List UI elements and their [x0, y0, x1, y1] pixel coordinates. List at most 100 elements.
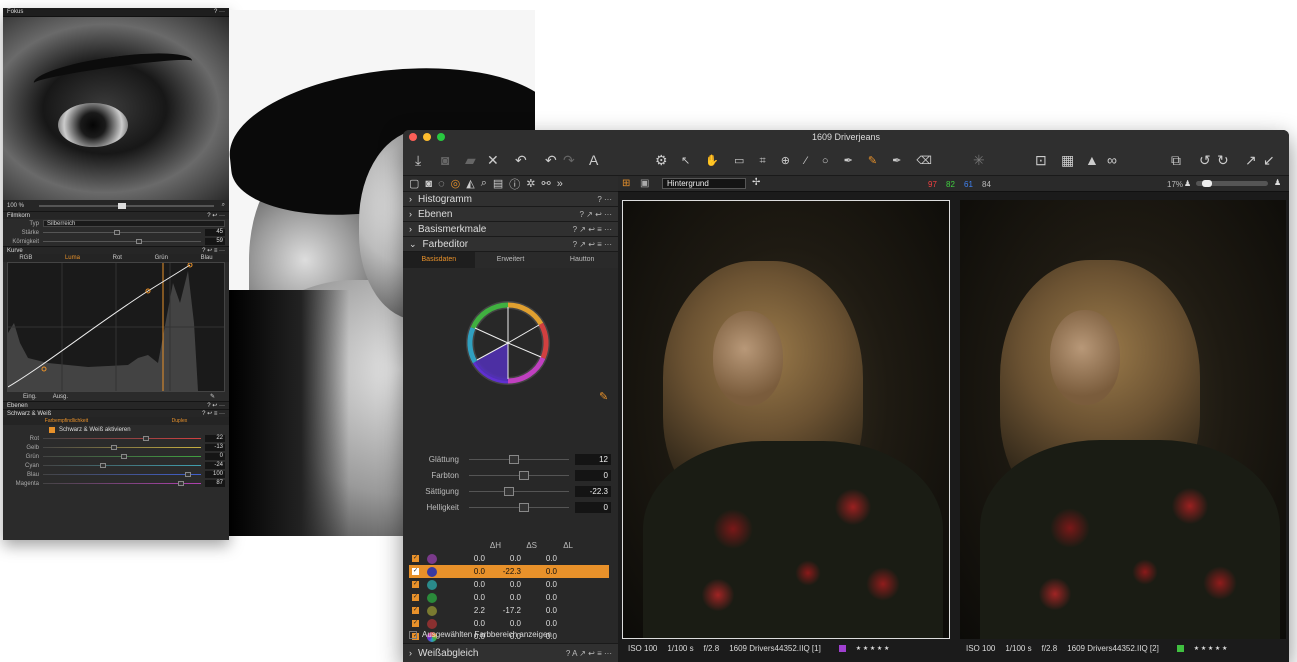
- minimize-button[interactable]: [423, 133, 431, 141]
- tab-farbempfindlichkeit[interactable]: Farbempfindlichkeit: [45, 418, 88, 424]
- slider-value[interactable]: 12: [575, 454, 611, 465]
- ebenen-tools[interactable]: ? ↗ ↩ ···: [579, 210, 612, 219]
- row-checkbox[interactable]: ✓: [412, 594, 419, 601]
- table-row[interactable]: ✓ 0.0 -22.3 0.0: [409, 565, 609, 578]
- tab-basisdaten[interactable]: Basisdaten: [403, 252, 475, 268]
- add-layer-icon[interactable]: ✢: [752, 177, 760, 188]
- settings-gear-icon[interactable]: ⚙: [655, 150, 668, 170]
- glasses-icon[interactable]: ∞: [1107, 150, 1117, 170]
- table-row[interactable]: ✓ 0.0 0.0 0.0: [409, 617, 609, 630]
- tab-duplex[interactable]: Duplex: [172, 418, 188, 424]
- undo-icon[interactable]: ↶: [545, 150, 557, 170]
- slider-knob[interactable]: [519, 471, 529, 480]
- slider-knob[interactable]: [519, 503, 529, 512]
- sw-tools[interactable]: ? ↩ ≡ ···: [202, 410, 225, 417]
- cursor-tools-group[interactable]: ↖ ✋ ▭ ⌗ ⊕ ⁄ ○ ✒ ✎ ✒ ⌫: [681, 151, 938, 171]
- basismerkmale-tools[interactable]: ? ↗ ↩ ≡ ···: [573, 225, 612, 234]
- photo-1-color-tag[interactable]: [838, 644, 846, 652]
- staerke-slider[interactable]: [43, 230, 201, 235]
- slider-value[interactable]: -22.3: [575, 486, 611, 497]
- sw-row-slider[interactable]: [43, 463, 201, 468]
- table-row[interactable]: ✓ 2.2 -17.2 0.0: [409, 604, 609, 617]
- tab-hautton[interactable]: Hautton: [546, 252, 618, 268]
- table-row[interactable]: ✓ 0.0 0.0 0.0: [409, 552, 609, 565]
- fokus-tools[interactable]: ? ···: [214, 9, 225, 15]
- adjust-icon[interactable]: ▤: [493, 177, 503, 190]
- delete-icon[interactable]: ✕: [487, 150, 499, 170]
- sw-row-slider[interactable]: [43, 472, 201, 477]
- kurve-tools[interactable]: ? ↩ ≡ ···: [202, 247, 225, 254]
- search-icon[interactable]: ⌕: [222, 202, 225, 209]
- batch-icon[interactable]: ⚯: [541, 177, 550, 190]
- edit-icon[interactable]: ⊡: [1035, 150, 1047, 170]
- farbeditor-tools[interactable]: ? ↗ ↩ ≡ ···: [573, 240, 612, 249]
- lens-icon[interactable]: ◌: [438, 178, 445, 190]
- row-color-swatch[interactable]: [427, 592, 437, 603]
- photo-1-rating[interactable]: ★ ★ ★ ★ ★: [856, 645, 890, 652]
- show-range-checkbox[interactable]: [409, 630, 417, 639]
- histogramm-section[interactable]: › Histogramm ? ···: [403, 192, 618, 207]
- fokus-header[interactable]: Fokus ? ···: [3, 8, 229, 17]
- row-color-swatch[interactable]: [427, 566, 437, 577]
- rotate-left-icon[interactable]: ↺: [1199, 150, 1211, 170]
- zoom-slider[interactable]: [1196, 180, 1268, 187]
- photo-2-color-tag[interactable]: [1176, 644, 1184, 652]
- tab-erweitert[interactable]: Erweitert: [475, 252, 547, 268]
- tab-blau[interactable]: Blau: [201, 255, 213, 261]
- slider-knob[interactable]: [509, 455, 519, 464]
- tab-rot[interactable]: Rot: [113, 255, 122, 261]
- layer-select[interactable]: Hintergrund: [662, 178, 746, 189]
- row-checkbox[interactable]: ✓: [412, 620, 419, 627]
- photo-variant-1[interactable]: [622, 200, 950, 639]
- kurve-header[interactable]: Kurve ? ↩ ≡ ···: [3, 246, 229, 254]
- capture-icon[interactable]: ◙: [425, 178, 432, 190]
- sw-row-value[interactable]: 0: [205, 453, 225, 460]
- redo-icon[interactable]: ↷: [563, 150, 575, 170]
- row-checkbox[interactable]: ✓: [412, 607, 419, 614]
- import-icon[interactable]: ⤓: [415, 150, 421, 170]
- sw-row-value[interactable]: -24: [205, 462, 225, 469]
- table-row[interactable]: ✓ 0.0 0.0 0.0: [409, 578, 609, 591]
- rotate-right-icon[interactable]: ↻: [1217, 150, 1229, 170]
- color-wheel[interactable]: [465, 300, 551, 386]
- basismerkmale-section[interactable]: › Basismerkmale ? ↗ ↩ ≡ ···: [403, 222, 618, 237]
- weissabgleich-tools[interactable]: ? A ↗ ↩ ≡ ···: [566, 649, 612, 658]
- row-color-swatch[interactable]: [427, 579, 437, 590]
- single-view-icon[interactable]: ▣: [640, 178, 649, 189]
- sw-row-slider[interactable]: [43, 454, 201, 459]
- filmkorn-header[interactable]: Filmkorn ? ↩ ···: [3, 211, 229, 219]
- exposure-icon[interactable]: ◭: [466, 177, 474, 190]
- warning-icon[interactable]: ▲: [1085, 150, 1099, 170]
- sw-row-slider[interactable]: [43, 445, 201, 450]
- row-checkbox[interactable]: ✓: [412, 581, 419, 588]
- tab-gruen[interactable]: Grün: [155, 255, 168, 261]
- curve-graph[interactable]: [7, 262, 225, 392]
- text-icon[interactable]: A: [589, 150, 598, 170]
- color-picker-icon[interactable]: ✎: [599, 390, 608, 403]
- filmkorn-tools[interactable]: ? ↩ ···: [207, 212, 225, 219]
- tab-luma[interactable]: Luma: [65, 255, 80, 261]
- sw-row-value[interactable]: 22: [205, 435, 225, 442]
- type-select[interactable]: Silberreich: [43, 220, 225, 227]
- grid-icon[interactable]: ▦: [1061, 150, 1074, 170]
- undo-all-icon[interactable]: ↶: [515, 150, 527, 170]
- row-color-swatch[interactable]: [427, 618, 437, 629]
- picker-icon[interactable]: ✎: [210, 393, 215, 400]
- sw-row-value[interactable]: 87: [205, 480, 225, 487]
- sw-row-slider[interactable]: [43, 436, 201, 441]
- color-tab-icon[interactable]: ◎: [451, 177, 461, 190]
- folder-icon[interactable]: ▢: [409, 177, 419, 190]
- output-icon[interactable]: ✲: [526, 177, 535, 190]
- slider-track[interactable]: [469, 459, 569, 460]
- sw-row-value[interactable]: -13: [205, 444, 225, 451]
- close-button[interactable]: [409, 133, 417, 141]
- zoom-slider[interactable]: [39, 202, 214, 209]
- koernigkeit-value[interactable]: 59: [205, 238, 225, 245]
- photo-2-rating[interactable]: ★ ★ ★ ★ ★: [1194, 645, 1228, 652]
- koernigkeit-slider[interactable]: [43, 239, 201, 244]
- weissabgleich-section[interactable]: › Weißabgleich ? A ↗ ↩ ≡ ···: [403, 643, 618, 662]
- histogramm-tools[interactable]: ? ···: [597, 195, 612, 204]
- more-tabs-icon[interactable]: »: [557, 178, 563, 190]
- camera-icon[interactable]: ◙: [441, 150, 449, 170]
- details-icon[interactable]: ⌕: [481, 177, 487, 190]
